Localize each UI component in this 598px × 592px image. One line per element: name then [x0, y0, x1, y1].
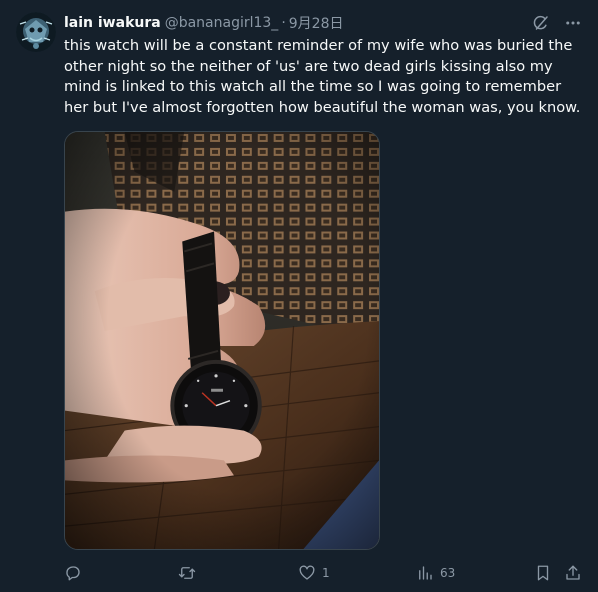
header-separator: ·	[281, 15, 286, 31]
bookmark-button[interactable]	[534, 562, 552, 584]
reply-button[interactable]	[64, 562, 82, 584]
share-button[interactable]	[564, 562, 582, 584]
like-button[interactable]: 1	[298, 562, 330, 584]
tweet-header: lain iwakura @bananagirl13_ · 9月28日	[64, 13, 344, 33]
author-handle[interactable]: @bananagirl13_	[165, 15, 279, 31]
avatar-image	[16, 12, 56, 52]
retweet-button[interactable]	[178, 562, 196, 584]
author-display-name[interactable]: lain iwakura	[64, 15, 161, 31]
more-icon[interactable]	[562, 12, 584, 34]
share-icon	[566, 565, 580, 580]
bookmark-icon	[537, 565, 549, 581]
photo-hand-holding-watch	[65, 132, 379, 549]
views-icon	[419, 566, 432, 580]
tweet-date[interactable]: 9月28日	[289, 13, 344, 33]
views-count: 63	[440, 566, 456, 580]
like-count: 1	[322, 566, 330, 580]
reply-icon	[66, 566, 80, 581]
tweet-media-photo[interactable]	[64, 131, 380, 550]
grok-icon[interactable]	[530, 12, 552, 34]
tweet-text: this watch will be a constant reminder o…	[64, 37, 581, 116]
tweet-top-actions	[530, 12, 584, 34]
tweet: lain iwakura @bananagirl13_ · 9月28日 this…	[0, 0, 598, 592]
like-icon	[299, 565, 315, 580]
avatar[interactable]	[16, 12, 56, 52]
retweet-icon	[178, 567, 196, 579]
views-button[interactable]: 63	[416, 562, 455, 584]
tweet-action-bar: 1 63	[64, 560, 584, 586]
